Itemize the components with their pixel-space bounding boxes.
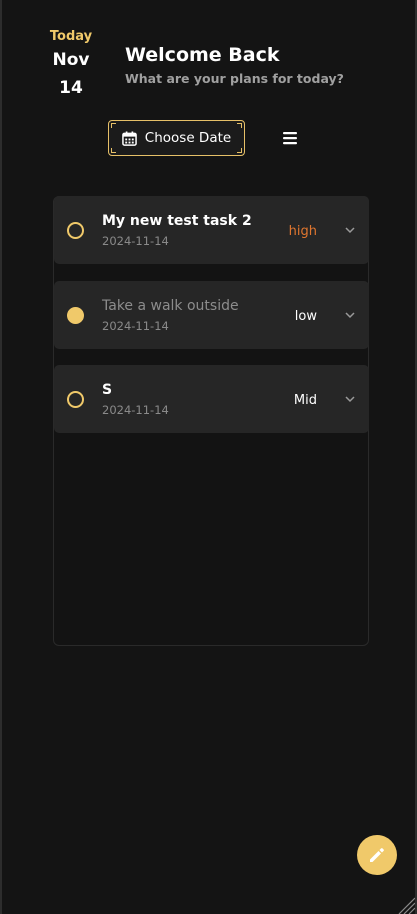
chevron-down-icon[interactable]: [343, 307, 357, 321]
task-date: 2024-11-14: [102, 403, 169, 417]
today-label: Today: [49, 29, 93, 44]
hamburger-menu-icon[interactable]: [280, 128, 300, 148]
calendar-icon: [121, 130, 137, 146]
task-complete-toggle[interactable]: [67, 391, 84, 408]
button-corner: [237, 148, 242, 153]
task-title: Take a walk outside: [102, 298, 239, 314]
page-title: Welcome Back: [125, 44, 280, 66]
task-complete-toggle[interactable]: [67, 222, 84, 239]
chevron-down-icon[interactable]: [343, 222, 357, 236]
task-title: My new test task 2: [102, 213, 252, 229]
button-corner: [237, 123, 242, 128]
task-date: 2024-11-14: [102, 319, 169, 333]
page-subtitle: What are your plans for today?: [125, 71, 344, 86]
task-priority: high: [288, 224, 317, 239]
task-date: 2024-11-14: [102, 234, 169, 248]
task-priority: low: [294, 309, 317, 324]
pencil-icon: [367, 845, 387, 865]
choose-date-label: Choose Date: [144, 130, 232, 146]
resize-handle[interactable]: [393, 892, 416, 914]
task-complete-toggle[interactable]: [67, 307, 84, 324]
add-task-button[interactable]: [357, 835, 397, 875]
date-month: Nov: [52, 50, 90, 70]
choose-date-button[interactable]: Choose Date: [108, 120, 245, 156]
task-list: My new test task 2 2024-11-14 high Take …: [53, 196, 369, 646]
date-block: Today Nov 14: [47, 28, 95, 102]
date-day: 14: [59, 78, 83, 98]
task-priority: Mid: [293, 393, 317, 408]
task-item[interactable]: Take a walk outside 2024-11-14 low: [54, 281, 369, 349]
button-corner: [111, 123, 116, 128]
task-title: S: [102, 382, 113, 398]
task-item[interactable]: My new test task 2 2024-11-14 high: [54, 196, 369, 264]
task-item[interactable]: S 2024-11-14 Mid: [54, 365, 369, 433]
button-corner: [111, 148, 116, 153]
app-window: Today Nov 14 Welcome Back What are your …: [0, 0, 417, 914]
chevron-down-icon[interactable]: [343, 391, 357, 405]
